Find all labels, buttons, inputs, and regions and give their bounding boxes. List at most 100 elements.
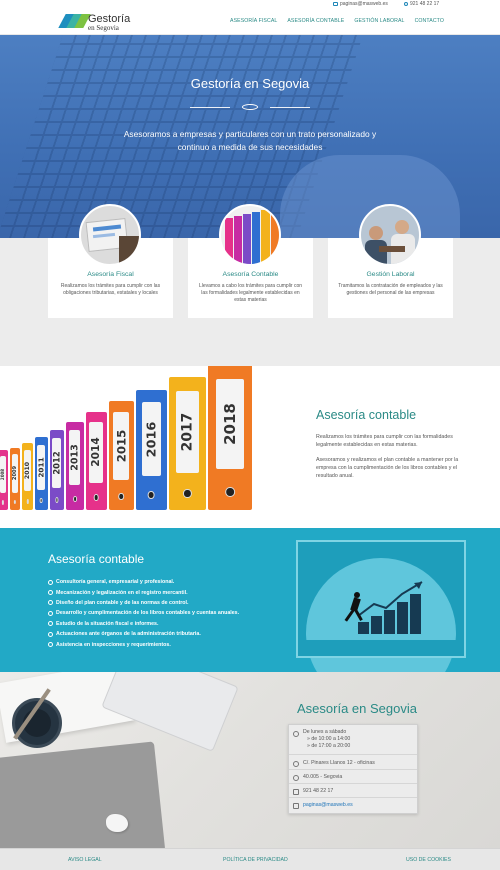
phone-icon [404,2,408,6]
list-item: Diseño del plan contable y de las normas… [48,598,239,608]
footer-link-privacy[interactable]: POLÍTICA DE PRIVACIDAD [223,857,288,863]
hours-title: De lunes a sábado [303,729,347,735]
nav-asesoria-fiscal[interactable]: ASESORÍA FISCAL [230,18,277,24]
logo-text-line2: en Segovia [88,24,119,32]
binder-2013: 2013 [66,421,84,510]
top-bar: paginas@masweb.es 921 48 22 17 [0,0,500,8]
binder-year-label: 2017 [179,412,196,452]
site-footer: AVISO LEGAL POLÍTICA DE PRIVACIDAD USO D… [0,848,500,870]
phone-text[interactable]: 921 48 22 17 [303,788,417,795]
clock-icon [293,731,299,737]
logo-mark [58,14,91,28]
service-card-title[interactable]: Asesoría Fiscal [48,271,173,278]
home-icon [293,761,299,767]
hours-afternoon: » de 17:00 a 20:00 [307,743,351,749]
desk-laptop [101,672,239,752]
ornament-icon [242,104,258,110]
contact-title: Asesoría en Segovia [297,701,417,716]
contact-section: Asesoría en Segovia De lunes a sábado » … [0,672,500,848]
contable-paragraph-2: Asesoramos y realizamos el plan contable… [316,457,459,479]
footer-link-cookies[interactable]: USO DE COOKIES [406,857,451,863]
check-circle-icon [48,621,53,627]
hero-divider [190,104,310,110]
service-card-desc: Tramitamos la contratación de empleados … [338,283,443,297]
runner-figure [344,592,364,622]
check-circle-icon [48,610,53,616]
binder-year-label: 2018 [220,402,239,445]
contact-box: De lunes a sábado » de 10:00 a 14:00 » d… [288,724,418,814]
city-text: 40.005 - Segovia [303,774,343,780]
contable-services-list: Consultoría general, empresarial y profe… [48,577,239,650]
mobile-phone-icon [293,789,299,795]
binder-2016: 2016 [136,389,167,510]
contable-paragraph-1: Realizamos los trámites para cumplir con… [316,434,453,448]
desk-notebook [0,741,166,848]
list-item: Estudio de la situación fiscal e informe… [48,619,239,629]
hours-morning: » de 10:00 a 14:00 [307,736,351,742]
service-thumb-fiscal [79,204,141,266]
check-circle-icon [48,579,53,585]
nav-asesoria-contable[interactable]: ASESORÍA CONTABLE [287,18,344,24]
topbar-email[interactable]: paginas@masweb.es [333,1,388,7]
desk-crumpled-paper [106,814,128,832]
nav-contacto[interactable]: CONTACTO [415,18,444,24]
mail-icon [333,2,338,6]
service-card-desc: Realizamos los trámites para cumplir con… [60,283,161,297]
trend-arrow-icon [357,581,423,617]
binder-year-label: 2015 [114,429,129,463]
site-logo[interactable]: Gestoría en Segovia [58,12,130,32]
topbar-phone-text[interactable]: 921 48 22 17 [410,1,439,7]
location-pin-icon [293,775,299,781]
list-item: Mecanización y legalización en el regist… [48,587,239,597]
topbar-email-text[interactable]: paginas@masweb.es [340,1,388,7]
check-circle-icon [48,600,53,606]
service-thumb-laboral [359,204,421,266]
binder-year-label: 2010 [24,462,32,480]
phone-row[interactable]: 921 48 22 17 [289,786,417,798]
list-item: Desarrollo y cumplimentación de los libr… [48,608,239,618]
check-circle-icon [48,642,53,648]
city-row: 40.005 - Segovia [289,772,417,784]
hours-row: De lunes a sábado » de 10:00 a 14:00 » d… [289,729,417,755]
binder-year-label: 2008 [0,469,6,481]
check-circle-icon [48,631,53,637]
service-card-title[interactable]: Gestión Laboral [328,271,453,278]
binder-year-label: 2014 [90,437,103,467]
binder-2012: 2012 [49,430,65,510]
binder-2017: 2017 [168,377,206,510]
binder-2008: 2008 [0,450,8,510]
address-row: C/. Pinares Llanos 12 - oficinas [289,758,417,770]
service-thumb-contable [219,204,281,266]
check-circle-icon [48,590,53,596]
topbar-phone[interactable]: 921 48 22 17 [404,1,439,7]
address-text: C/. Pinares Llanos 12 - oficinas [303,760,375,766]
hero-tagline: Asesoramos a empresas y particulares con… [123,129,377,152]
email-link[interactable]: paginas@masweb.es [303,802,417,809]
growth-illustration [296,540,466,672]
email-row[interactable]: paginas@masweb.es [289,800,417,812]
list-item: Actuaciones ante órganos de la administr… [48,629,239,639]
binder-2015: 2015 [108,401,135,510]
contable-list-title: Asesoría contable [48,552,145,566]
list-item: Asistencia en inspecciones y requerimien… [48,639,239,649]
nav-gestion-laboral[interactable]: GESTIÓN LABORAL [354,18,404,24]
binder-year-label: 2016 [143,421,159,457]
binder-year-label: 2011 [36,457,46,478]
service-card-title[interactable]: Asesoría Contable [188,271,313,278]
footer-link-legal[interactable]: AVISO LEGAL [68,857,102,863]
site-header: Gestoría en Segovia ASESORÍA FISCAL ASES… [0,8,500,35]
hero-title: Gestoría en Segovia [190,76,310,91]
binder-2014: 2014 [85,412,107,510]
binder-year-label: 2012 [51,451,62,475]
binder-2011: 2011 [35,437,48,510]
contable-title: Asesoría contable [316,408,417,422]
binder-2010: 2010 [22,443,34,510]
binder-2009: 2009 [10,447,21,510]
service-card-desc: Llevamos a cabo los trámites para cumpli… [198,283,303,304]
binder-year-label: 2013 [69,444,81,472]
binder-2018: 2018 [207,366,252,510]
list-item: Consultoría general, empresarial y profe… [48,577,239,587]
binder-year-label: 2009 [12,466,19,481]
main-nav: ASESORÍA FISCAL ASESORÍA CONTABLE GESTIÓ… [230,18,444,24]
envelope-icon [293,803,299,809]
